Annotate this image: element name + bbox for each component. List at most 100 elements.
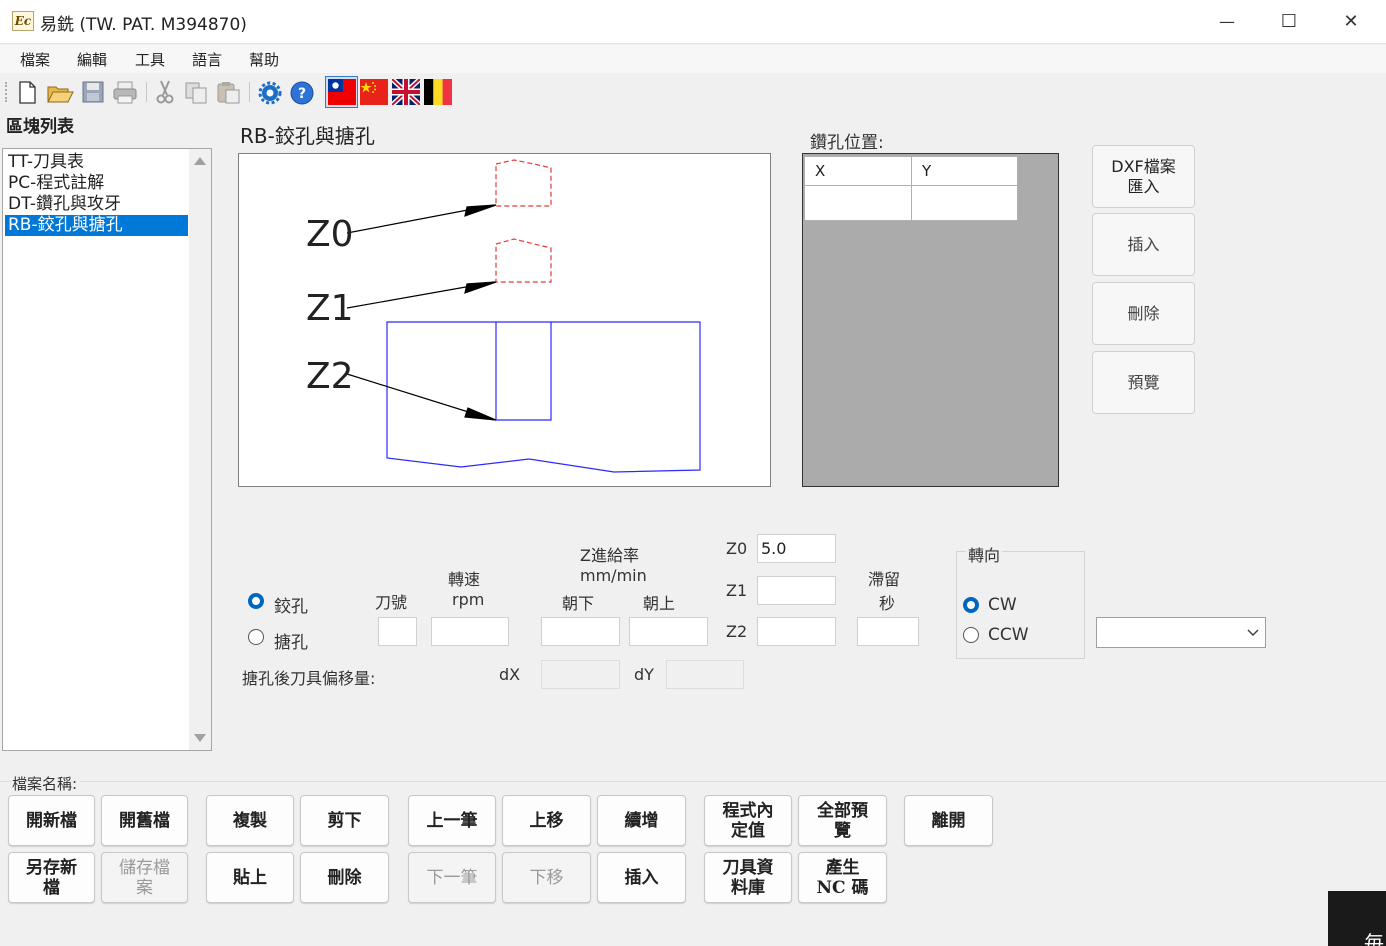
menu-tools[interactable]: 工具 [135,49,165,70]
help-icon[interactable]: ? [288,78,314,106]
insert-position-button[interactable]: 插入 [1092,213,1195,276]
bore-radio-label[interactable]: 搪孔 [274,628,308,653]
tool-number-input[interactable] [378,617,417,646]
print-icon[interactable] [111,78,137,106]
save-file-button[interactable]: 儲存檔 案 [101,852,188,903]
cw-radio[interactable] [963,597,979,613]
scroll-up-icon[interactable] [194,157,206,165]
z2-param-label: Z2 [726,622,748,641]
minimize-button[interactable]: — [1196,0,1258,44]
block-list-label: 區塊列表 [6,117,74,137]
flag-china-icon[interactable] [360,79,388,105]
z0-param-label: Z0 [726,539,748,558]
svg-text:?: ? [298,86,306,102]
reaming-diagram: Z0 Z1 Z2 [238,153,771,487]
z2-input[interactable] [757,617,836,646]
open-file-button[interactable]: 開舊檔 [101,795,188,846]
move-up-button[interactable]: 上移 [502,795,591,846]
offset-label: 搪孔後刀具偏移量: [242,669,376,688]
bore-radio[interactable] [248,629,264,645]
open-folder-icon[interactable] [46,78,74,106]
feed-up-label: 朝上 [643,594,676,613]
ream-radio[interactable] [248,593,264,609]
tool-number-label: 刀號 [375,593,408,612]
close-button[interactable]: ✕ [1320,0,1382,44]
menu-help[interactable]: 幫助 [249,49,279,70]
preview-button[interactable]: 預覽 [1092,351,1195,414]
insert-button[interactable]: 插入 [597,852,686,903]
flag-belgium-icon[interactable] [424,79,452,105]
grid-cell-y[interactable] [911,185,1018,221]
overlay-corner: 毎 [1328,891,1386,946]
ream-radio-label[interactable]: 鉸孔 [274,592,308,617]
dwell-unit-label: 秒 [879,594,896,613]
drill-positions-label: 鑽孔位置: [810,133,884,153]
exit-button[interactable]: 離開 [904,795,993,846]
z1-input[interactable] [757,576,836,605]
cut-button[interactable]: 剪下 [300,795,389,846]
feed-down-input[interactable] [541,617,620,646]
continue-add-button[interactable]: 續增 [597,795,686,846]
chevron-down-icon [1247,629,1259,637]
speed-unit-label: rpm [452,590,485,609]
copy-button[interactable]: 複製 [206,795,294,846]
delete-button[interactable]: 刪除 [300,852,389,903]
save-as-button[interactable]: 另存新 檔 [8,852,95,903]
paste-icon[interactable] [215,78,241,106]
list-item[interactable]: DT-鑽孔與攻牙 [5,194,188,215]
paste-button[interactable]: 貼上 [206,852,294,903]
grid-cell-x[interactable] [804,185,912,221]
dwell-input[interactable] [857,617,919,646]
dx-input[interactable] [541,660,620,689]
ccw-radio[interactable] [963,627,979,643]
menu-file[interactable]: 檔案 [20,49,50,70]
z0-label: Z0 [306,214,354,255]
new-file-icon[interactable] [14,78,40,106]
settings-icon[interactable] [256,78,282,106]
speed-label: 轉速 [448,570,481,589]
scroll-down-icon[interactable] [194,734,206,742]
next-record-button[interactable]: 下一筆 [408,852,496,903]
z0-input[interactable]: 5.0 [757,534,836,563]
save-icon[interactable] [80,78,106,106]
move-down-button[interactable]: 下移 [502,852,591,903]
generate-nc-button[interactable]: 產生 NC 碼 [798,852,887,903]
dxf-import-button[interactable]: DXF檔案 匯入 [1092,145,1195,208]
dy-label: dY [634,665,654,684]
dwell-label: 滯留 [868,570,901,589]
z1-param-label: Z1 [726,581,748,600]
ccw-label[interactable]: CCW [988,625,1029,645]
feed-up-input[interactable] [629,617,708,646]
cw-label[interactable]: CW [988,595,1017,615]
grid-header-y[interactable]: Y [911,156,1018,186]
list-item[interactable]: TT-刀具表 [5,152,188,173]
toolbar: ? [0,74,1386,110]
list-item-selected[interactable]: RB-鉸孔與搪孔 [5,215,188,236]
delete-position-button[interactable]: 刪除 [1092,282,1195,345]
list-scrollbar[interactable] [189,149,211,750]
preview-all-button[interactable]: 全部預 覽 [798,795,887,846]
block-list[interactable]: TT-刀具表 PC-程式註解 DT-鑽孔與攻牙 RB-鉸孔與搪孔 [2,148,212,751]
drill-positions-grid[interactable]: X Y [802,153,1059,487]
toolbar-separator [146,82,147,102]
z-feed-label: Z進給率 [580,546,639,565]
maximize-button[interactable]: ☐ [1258,0,1320,44]
toolbar-separator [249,82,250,102]
copy-icon[interactable] [183,78,209,106]
flag-uk-icon[interactable] [390,77,422,107]
new-file-button[interactable]: 開新檔 [8,795,95,846]
cut-icon[interactable] [152,78,178,106]
menu-bar: 檔案 編輯 工具 語言 幫助 [0,45,1386,73]
menu-edit[interactable]: 編輯 [77,49,107,70]
program-default-button[interactable]: 程式內 定值 [704,795,792,846]
z-feed-unit-label: mm/min [580,566,647,585]
combo-select[interactable] [1096,617,1266,648]
flag-taiwan-icon[interactable] [328,79,356,105]
speed-input[interactable] [431,617,509,646]
list-item[interactable]: PC-程式註解 [5,173,188,194]
prev-record-button[interactable]: 上一筆 [408,795,496,846]
grid-header-x[interactable]: X [804,156,912,186]
menu-language[interactable]: 語言 [192,49,222,70]
tool-database-button[interactable]: 刀具資 料庫 [704,852,792,903]
dy-input[interactable] [666,660,744,689]
